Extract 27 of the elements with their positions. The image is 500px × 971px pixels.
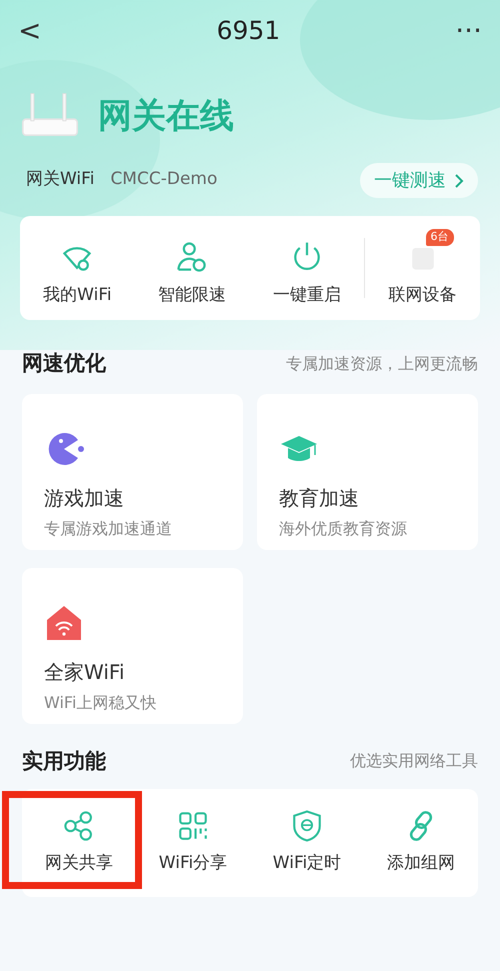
section-title: 网速优化 [22,350,106,377]
quick-action[interactable]: 智能限速 [134,227,250,309]
back-button[interactable]: < [18,17,42,45]
count-badge: 6台 [426,229,454,246]
wifi-label: 网关WiFi [26,168,94,192]
quick-action[interactable]: 6台 联网设备 [365,227,480,309]
tool-button[interactable]: 网关共享 [22,809,136,877]
chevron-icon [454,174,464,188]
more-button[interactable]: ··· [455,17,482,45]
section-title: 实用功能 [22,748,106,774]
section-subtitle: 优选实用网络工具 [350,750,478,772]
tool-button[interactable]: WiFi定时 [250,809,364,877]
shield-icon [290,809,324,844]
feature-card[interactable]: 教育加速 海外优质教育资源 [257,394,478,550]
card-description: 专属游戏加速通道 [44,518,173,540]
quick-action[interactable]: 一键重启 [250,227,364,309]
feature-card[interactable]: 全家WiFi WiFi上网稳又快 [22,568,243,724]
quick-action[interactable]: 我的WiFi [20,227,135,309]
card-description: 海外优质教育资源 [279,518,408,540]
gateway-status: 网关在线 [98,94,234,138]
section-subtitle: 专属加速资源，上网更流畅 [286,352,478,375]
feature-card[interactable]: 游戏加速 专属游戏加速通道 [22,394,243,550]
tool-button[interactable]: 添加组网 [364,809,478,877]
card-description: WiFi上网稳又快 [44,692,158,714]
tool-button[interactable]: WiFi分享 [136,809,250,877]
wifi-name: CMCC-Demo [110,168,218,192]
page-title: 6951 [216,15,280,48]
